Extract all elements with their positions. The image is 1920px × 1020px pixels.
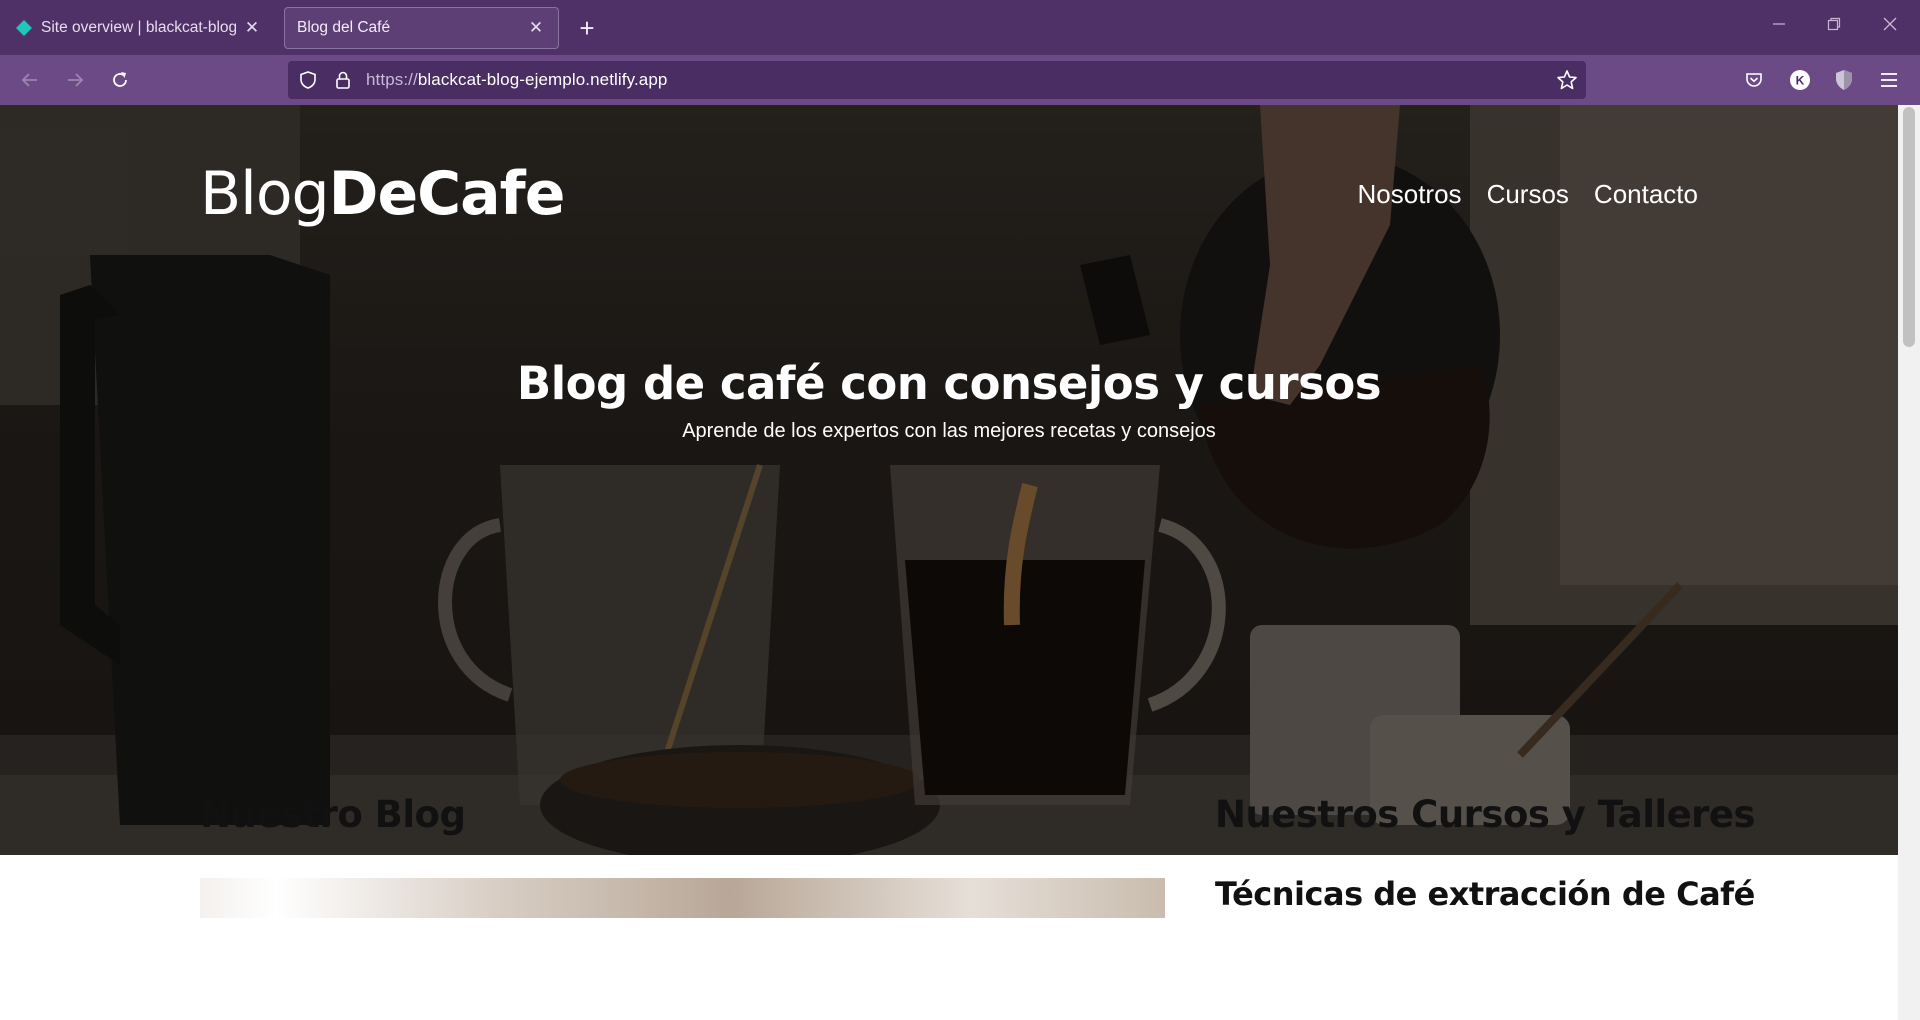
minimize-window-icon[interactable]: [1761, 12, 1797, 42]
nav-link-contacto[interactable]: Contacto: [1594, 179, 1698, 210]
hero-subtitle: Aprende de los expertos con las mejores …: [682, 420, 1216, 442]
bookmark-star-icon[interactable]: [1556, 69, 1578, 96]
account-avatar-icon[interactable]: K: [1788, 68, 1812, 92]
nav-link-nosotros[interactable]: Nosotros: [1358, 179, 1462, 210]
nav-link-cursos[interactable]: Cursos: [1487, 179, 1569, 210]
blog-heading: Nuestro Blog: [200, 793, 466, 836]
reload-icon[interactable]: [105, 65, 135, 95]
courses-heading: Nuestros Cursos y Talleres: [1215, 793, 1756, 836]
lock-icon[interactable]: [334, 70, 352, 95]
hero-title: Blog de café con consejos y cursos: [516, 357, 1382, 410]
page-scrollbar[interactable]: [1898, 105, 1920, 1020]
tab-title: Blog del Café: [297, 19, 391, 36]
browser-tab-site-overview[interactable]: Site overview | blackcat-blog-ejemplo ✕: [4, 7, 274, 49]
course-title[interactable]: Técnicas de extracción de Café: [1215, 875, 1755, 913]
forward-arrow-icon[interactable]: [60, 65, 90, 95]
blog-post-image[interactable]: [200, 878, 1165, 918]
close-tab-icon[interactable]: ✕: [526, 18, 546, 38]
back-arrow-icon[interactable]: [15, 65, 45, 95]
browser-toolbar: https://blackcat-blog-ejemplo.netlify.ap…: [0, 55, 1920, 105]
site-logo[interactable]: BlogDeCafe: [200, 159, 565, 229]
svg-text:K: K: [1796, 74, 1805, 88]
url-text[interactable]: https://blackcat-blog-ejemplo.netlify.ap…: [366, 70, 667, 90]
pocket-icon[interactable]: [1742, 68, 1766, 92]
site-navigation: Nosotros Cursos Contacto: [1358, 179, 1698, 210]
scrollbar-thumb[interactable]: [1903, 107, 1915, 347]
hamburger-menu-icon[interactable]: [1877, 68, 1901, 92]
browser-tab-blog-del-cafe[interactable]: Blog del Café ✕: [284, 7, 559, 49]
page-viewport: BlogDeCafe Nosotros Cursos Contacto Blog…: [0, 105, 1920, 1020]
netlify-diamond-icon: [16, 20, 32, 36]
tab-title: Site overview | blackcat-blog-ejemplo: [41, 19, 236, 36]
tracking-protection-shield-icon[interactable]: [298, 70, 318, 95]
new-tab-button[interactable]: +: [572, 13, 602, 43]
restore-window-icon[interactable]: [1816, 12, 1852, 42]
address-bar[interactable]: https://blackcat-blog-ejemplo.netlify.ap…: [288, 61, 1586, 99]
extension-shield-icon[interactable]: [1832, 68, 1856, 92]
browser-tab-strip: Site overview | blackcat-blog-ejemplo ✕ …: [0, 0, 1920, 55]
close-tab-icon[interactable]: ✕: [242, 18, 262, 38]
close-window-icon[interactable]: [1872, 12, 1908, 42]
hero-section: BlogDeCafe Nosotros Cursos Contacto Blog…: [0, 105, 1898, 855]
